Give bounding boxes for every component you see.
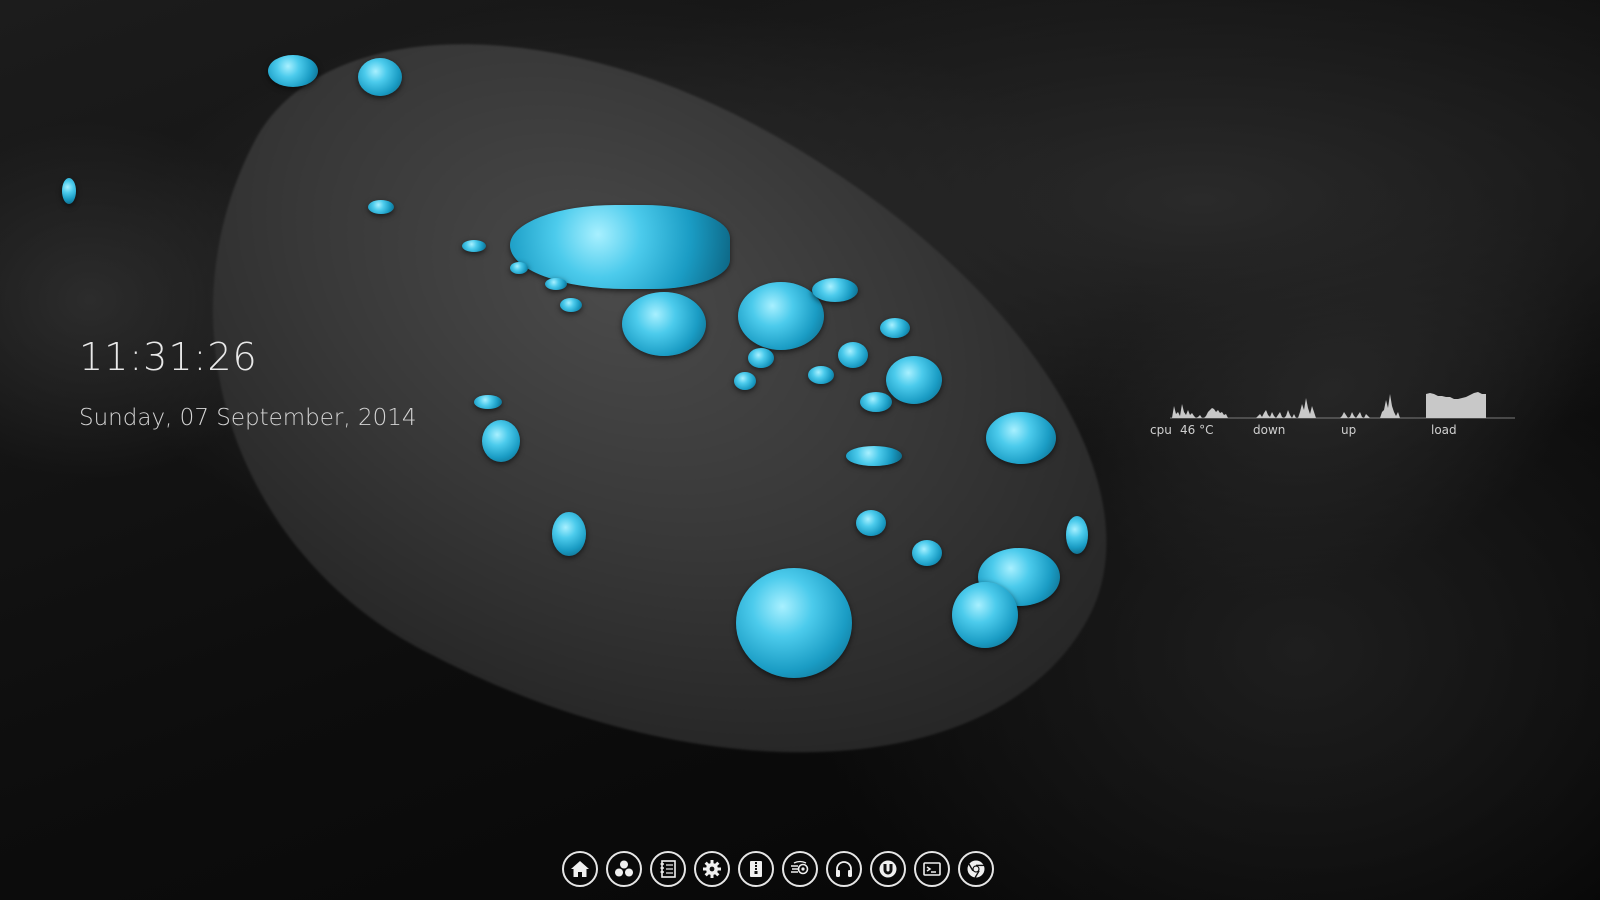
water-drop <box>462 240 486 252</box>
water-drop <box>545 278 567 290</box>
upload-graph <box>1340 412 1370 418</box>
water-drop <box>510 262 528 274</box>
cpu-graph <box>1170 404 1228 418</box>
dock-music-button[interactable] <box>826 851 862 887</box>
utorrent-icon <box>879 860 897 878</box>
water-drop <box>808 366 834 384</box>
terminal-icon <box>923 862 941 876</box>
dock-torrent-button[interactable] <box>870 851 906 887</box>
dock-archive-button[interactable] <box>738 851 774 887</box>
water-drop <box>736 568 852 678</box>
dock-terminal-button[interactable] <box>914 851 950 887</box>
water-drop <box>856 510 886 536</box>
dock-notes-button[interactable] <box>650 851 686 887</box>
headphones-icon <box>836 861 852 877</box>
upload-graph-peak <box>1380 394 1400 418</box>
water-drop <box>734 372 756 390</box>
desktop-wallpaper: 11:31:26 Sunday, 07 September, 2014 cpu … <box>0 0 1600 900</box>
clock-time: 11:31:26 <box>79 335 258 379</box>
water-drop <box>886 356 942 404</box>
water-drop <box>552 512 586 556</box>
notes-icon <box>660 860 676 878</box>
dock <box>562 851 994 887</box>
water-drop <box>838 342 868 368</box>
down-label: down <box>1253 423 1286 437</box>
water-drop <box>812 278 858 302</box>
water-drop <box>738 282 824 350</box>
dock-settings-button[interactable] <box>694 851 730 887</box>
water-drop <box>62 178 76 204</box>
apps-cluster-icon <box>615 860 633 877</box>
water-drop <box>952 582 1018 648</box>
water-drop <box>860 392 892 412</box>
gear-icon <box>703 860 721 878</box>
cpu-label: cpu <box>1150 423 1172 437</box>
water-drop <box>912 540 942 566</box>
load-label: load <box>1431 423 1457 437</box>
water-drop <box>482 420 520 462</box>
water-drop <box>880 318 910 338</box>
water-drop <box>368 200 394 214</box>
water-drop <box>986 412 1056 464</box>
up-label: up <box>1341 423 1357 437</box>
water-drop <box>560 298 582 312</box>
dock-home-button[interactable] <box>562 851 598 887</box>
water-drop <box>474 395 502 409</box>
load-graph <box>1426 392 1486 418</box>
dock-network-button[interactable] <box>782 851 818 887</box>
archive-icon <box>750 861 762 877</box>
water-drop <box>846 446 902 466</box>
system-monitor-graphs <box>1170 392 1515 419</box>
dock-apps-button[interactable] <box>606 851 642 887</box>
water-drop <box>358 58 402 96</box>
chrome-icon <box>967 860 985 878</box>
water-drop <box>268 55 318 87</box>
home-icon <box>571 861 589 877</box>
system-monitor: cpu 46 °C down up load <box>1150 382 1515 442</box>
download-graph <box>1256 410 1296 418</box>
water-drop <box>622 292 706 356</box>
clock-date: Sunday, 07 September, 2014 <box>79 405 417 431</box>
water-drop <box>748 348 774 368</box>
download-graph-peak <box>1298 398 1316 418</box>
water-drop <box>1066 516 1088 554</box>
network-icon <box>791 860 809 875</box>
cpu-temp-label: 46 °C <box>1180 423 1214 437</box>
dock-chrome-button[interactable] <box>958 851 994 887</box>
